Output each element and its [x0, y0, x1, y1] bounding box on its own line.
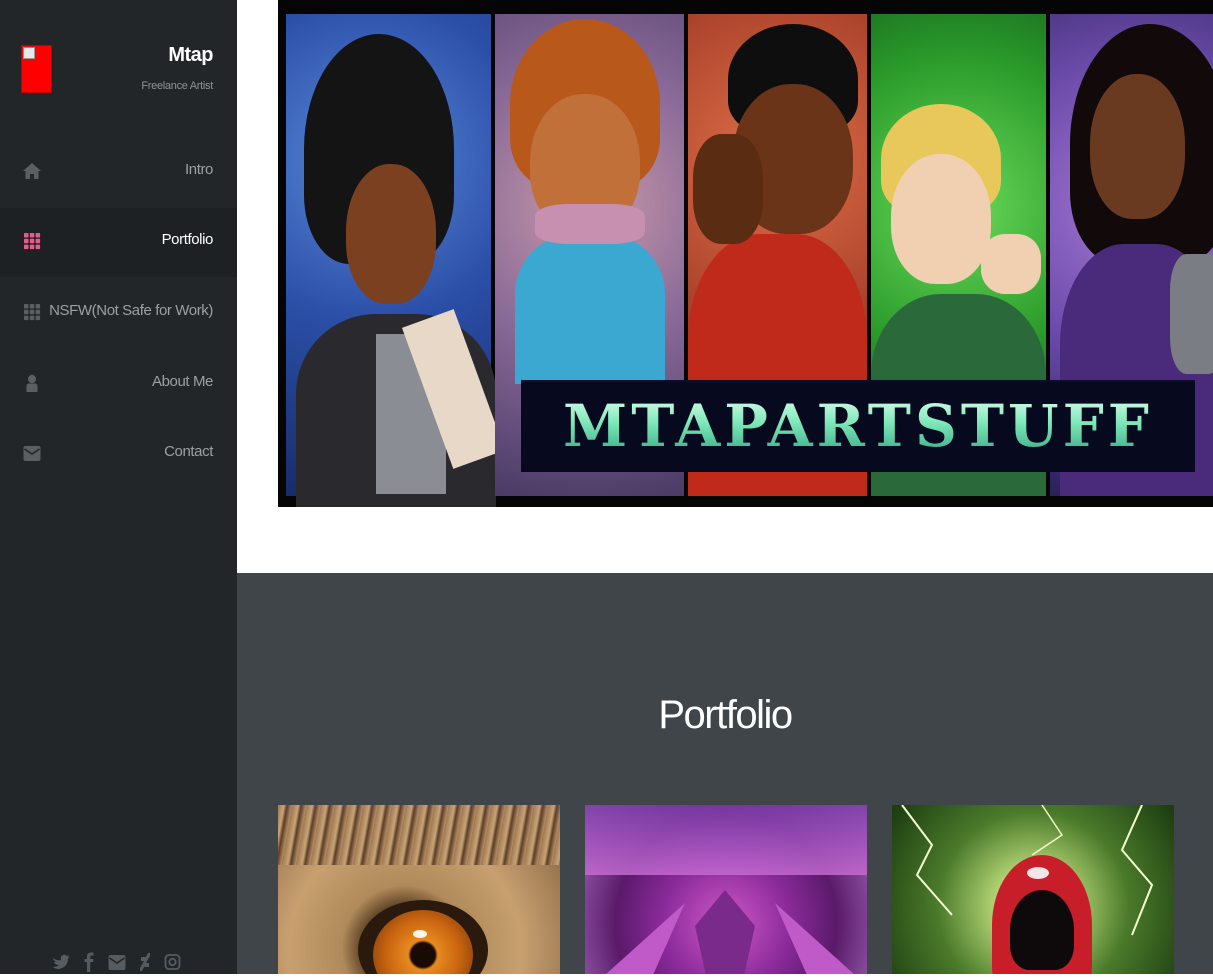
user-icon	[22, 373, 42, 393]
portfolio-heading: Portfolio	[658, 693, 793, 737]
banner-title-plate: MTAPARTSTUFF	[521, 380, 1195, 472]
nav-label-intro: Intro	[184, 161, 213, 178]
site-tagline: Freelance Artist	[141, 80, 213, 92]
broken-image-icon	[23, 47, 35, 59]
nav-item-intro[interactable]: Intro	[0, 137, 237, 207]
twitter-icon[interactable]	[52, 950, 70, 972]
nav-label-nsfw: NSFW(Not Safe for Work)	[49, 302, 213, 319]
logo-image[interactable]	[21, 45, 52, 93]
site-name[interactable]: Mtap	[168, 44, 213, 67]
nav-label-portfolio: Portfolio	[161, 231, 214, 248]
nav-label-about-me: About Me	[151, 373, 213, 390]
deviantart-icon[interactable]	[136, 950, 154, 972]
nav-item-contact[interactable]: Contact	[0, 419, 237, 489]
instagram-icon[interactable]	[164, 950, 182, 972]
email-icon[interactable]	[108, 950, 126, 972]
banner-title: MTAPARTSTUFF	[521, 392, 1195, 460]
grid-icon	[22, 231, 42, 251]
nav-item-about-me[interactable]: About Me	[0, 349, 237, 419]
banner-image: MTAPARTSTUFF	[278, 0, 1213, 507]
envelope-icon	[22, 443, 42, 463]
grid-icon	[22, 302, 42, 322]
nav-item-portfolio[interactable]: Portfolio	[0, 207, 237, 277]
portfolio-thumbnail-red-hood[interactable]	[892, 805, 1174, 974]
portfolio-section: Portfolio	[237, 573, 1213, 974]
hero-section: MTAPARTSTUFF	[237, 0, 1213, 573]
social-links	[50, 950, 190, 974]
facebook-icon[interactable]	[80, 950, 98, 972]
nav-label-contact: Contact	[164, 443, 213, 460]
home-icon	[22, 161, 42, 181]
banner-panel-1	[286, 14, 505, 507]
nav-item-nsfw[interactable]: NSFW(Not Safe for Work)	[0, 278, 237, 348]
portfolio-thumbnail-eye[interactable]	[278, 805, 560, 974]
sidebar: Mtap Freelance Artist Intro Portfolio NS…	[0, 0, 237, 974]
portfolio-thumbnail-purple-creature[interactable]	[585, 805, 867, 974]
